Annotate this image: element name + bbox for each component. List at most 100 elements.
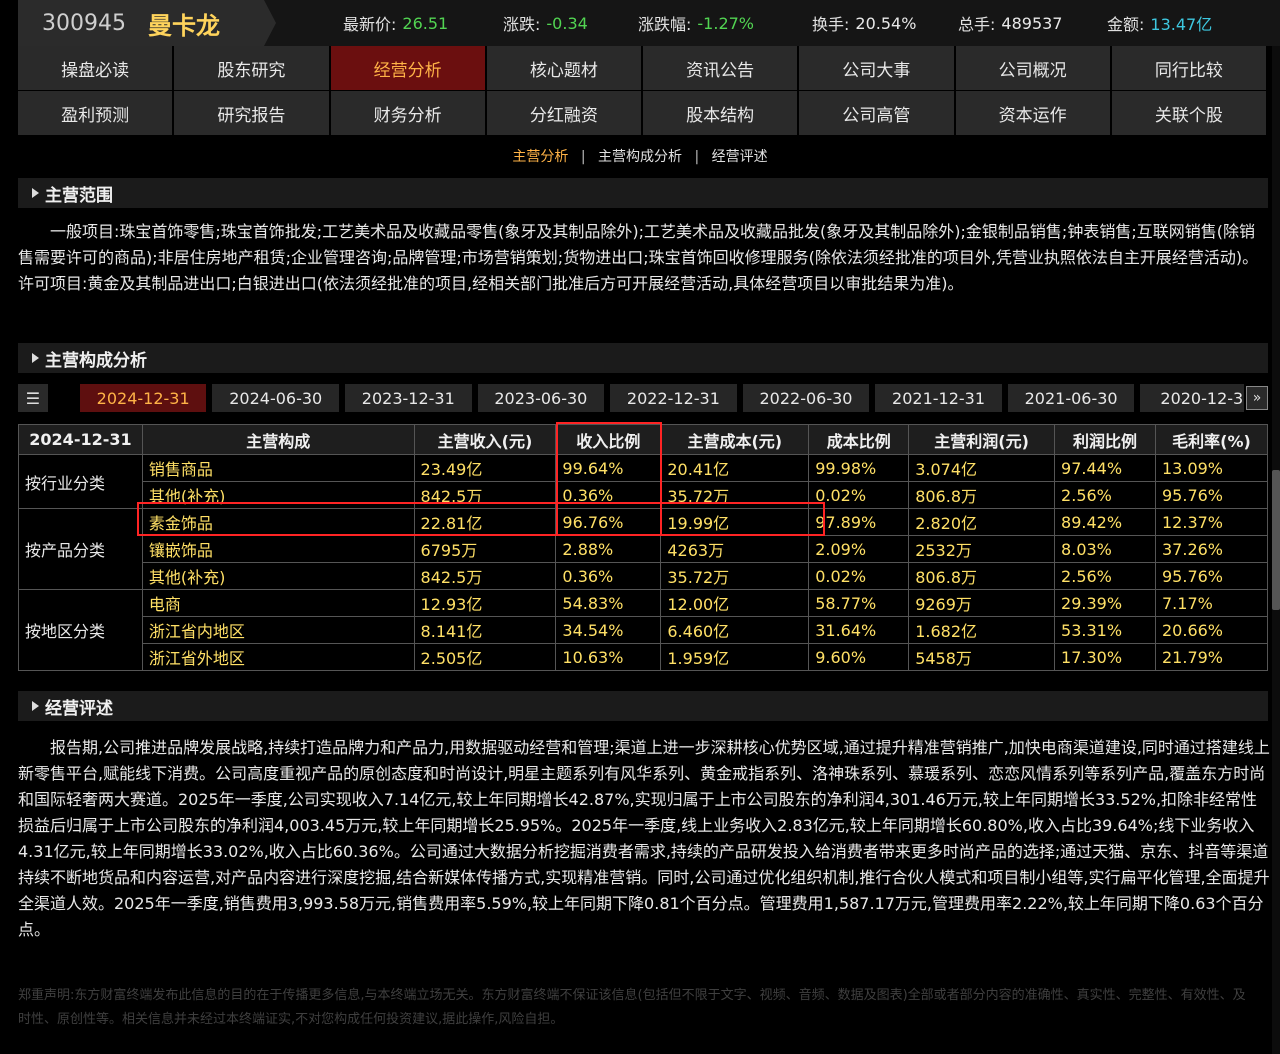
nav-jingying[interactable]: 经营分析: [330, 46, 487, 90]
table-row: 其他(补充) 842.5万 0.36% 35.72万 0.02% 806.8万 …: [19, 562, 1268, 590]
nav-yingli[interactable]: 盈利预测: [18, 91, 175, 135]
value-cell: 8.03%: [1054, 535, 1156, 563]
nav-hexin[interactable]: 核心题材: [486, 46, 643, 90]
volume-value: 489537: [1001, 13, 1063, 33]
value-cell: 53.31%: [1054, 616, 1156, 644]
nav-tonghang[interactable]: 同行比较: [1111, 46, 1268, 90]
date-tab[interactable]: 2022-12-31: [610, 384, 737, 412]
price-quote: 最新价: 26.51: [343, 0, 448, 46]
date-tabs: ☰ 2024-12-31 2024-06-30 2023-12-31 2023-…: [18, 384, 1269, 412]
table-row: 浙江省内地区 8.141亿 34.54% 6.460亿 31.64% 1.682…: [19, 616, 1268, 644]
subtab-review[interactable]: 经营评述: [712, 149, 768, 165]
nav-gaoguan[interactable]: 公司高管: [799, 91, 956, 135]
function-nav: 操盘必读 股东研究 经营分析 核心题材 资讯公告 公司大事 公司概况 同行比较 …: [18, 46, 1268, 136]
value-cell: 2.820亿: [908, 508, 1056, 536]
nav-yanjiu[interactable]: 研究报告: [174, 91, 331, 135]
sub-tabs: 主营分析 | 主营构成分析 | 经营评述: [0, 146, 1280, 166]
turnover-quote: 换手: 20.54%: [812, 0, 916, 46]
subtab-main-analysis[interactable]: 主营分析: [512, 149, 568, 165]
nav-guben[interactable]: 股本结构: [643, 91, 800, 135]
col-header-revenue: 主营收入(元): [413, 424, 557, 455]
scope-section-header[interactable]: 主营范围: [18, 178, 1268, 208]
value-cell: 2.88%: [555, 535, 662, 563]
volume-quote: 总手: 489537: [958, 0, 1062, 46]
nav-row-2: 盈利预测 研究报告 财务分析 分红融资 股本结构 公司高管 资本运作 关联个股: [18, 91, 1268, 135]
scrollbar-thumb[interactable]: [1272, 470, 1280, 610]
col-header-date: 2024-12-31: [18, 424, 143, 455]
review-section-header[interactable]: 经营评述: [18, 691, 1268, 721]
value-cell: 37.26%: [1155, 535, 1268, 563]
nav-gudong[interactable]: 股东研究: [174, 46, 331, 90]
turnover-label: 换手:: [812, 15, 850, 34]
value-cell: 3.074亿: [908, 454, 1056, 482]
nav-ziben[interactable]: 资本运作: [955, 91, 1112, 135]
turnover-value: 20.54%: [855, 13, 917, 33]
date-tab[interactable]: 2023-12-31: [345, 384, 472, 412]
col-header-profit-pct: 利润比例: [1054, 424, 1156, 455]
change-label: 涨跌:: [503, 15, 541, 34]
value-cell: 6795万: [413, 535, 557, 563]
value-cell: 23.49亿: [413, 454, 557, 482]
composition-section-header[interactable]: 主营构成分析: [18, 343, 1268, 373]
nav-caiwu[interactable]: 财务分析: [330, 91, 487, 135]
col-header-cost: 主营成本(元): [660, 424, 810, 455]
col-header-margin: 毛利率(%): [1155, 424, 1268, 455]
pct-value: -1.27%: [697, 13, 755, 33]
stock-name: 曼卡龙: [147, 11, 220, 40]
date-tab[interactable]: 2020-12-31: [1140, 384, 1245, 412]
subtab-separator: |: [694, 149, 700, 165]
volume-label: 总手:: [958, 15, 996, 34]
category-cell: 按行业分类: [18, 454, 143, 509]
review-title: 经营评述: [45, 698, 113, 719]
table-row: 按地区分类 电商 12.93亿 54.83% 12.00亿 58.77% 926…: [18, 589, 1268, 671]
scope-text: 一般项目:珠宝首饰零售;珠宝首饰批发;工艺美术品及收藏品零售(象牙及其制品除外)…: [18, 222, 1259, 293]
nav-fenhong[interactable]: 分红融资: [486, 91, 643, 135]
price-label: 最新价:: [343, 15, 397, 34]
stock-code: 300945: [42, 10, 126, 36]
value-cell: 806.8万: [908, 562, 1056, 590]
nav-dashi[interactable]: 公司大事: [799, 46, 956, 90]
subtab-composition[interactable]: 主营构成分析: [598, 149, 682, 165]
value-cell: 95.76%: [1155, 562, 1268, 590]
date-tab[interactable]: 2021-12-31: [875, 384, 1002, 412]
highlight-sujin-row: [137, 502, 825, 536]
amount-value: 13.47亿: [1150, 15, 1213, 34]
list-menu-icon[interactable]: ☰: [18, 384, 48, 412]
value-cell: 9.60%: [808, 643, 910, 671]
item-cell: 浙江省内地区: [141, 616, 415, 644]
value-cell: 5458万: [908, 643, 1056, 671]
nav-caopan[interactable]: 操盘必读: [18, 46, 175, 90]
next-page-icon[interactable]: »: [1246, 386, 1269, 410]
value-cell: 34.54%: [555, 616, 662, 644]
review-text: 报告期,公司推进品牌发展战略,持续打造品牌力和产品力,用数据驱动经营和管理;渠道…: [18, 738, 1270, 939]
change-quote: 涨跌: -0.34: [503, 0, 588, 46]
value-cell: 842.5万: [413, 562, 557, 590]
nav-zixun[interactable]: 资讯公告: [643, 46, 800, 90]
value-cell: 99.98%: [808, 454, 910, 482]
expand-triangle-icon: [32, 353, 39, 363]
value-cell: 7.17%: [1155, 589, 1268, 617]
date-tab[interactable]: 2024-12-31: [79, 384, 207, 412]
value-cell: 35.72万: [660, 562, 810, 590]
item-cell: 浙江省外地区: [141, 643, 415, 671]
value-cell: 4263万: [660, 535, 810, 563]
date-tab[interactable]: 2024-06-30: [212, 384, 340, 412]
date-tab[interactable]: 2021-06-30: [1007, 384, 1135, 412]
col-header-profit: 主营利润(元): [908, 424, 1056, 455]
nav-guanlian[interactable]: 关联个股: [1111, 91, 1268, 135]
value-cell: 58.77%: [808, 589, 910, 617]
nav-gaikuang[interactable]: 公司概况: [955, 46, 1112, 90]
expand-triangle-icon: [32, 701, 39, 711]
value-cell: 10.63%: [555, 643, 662, 671]
value-cell: 12.37%: [1155, 508, 1268, 536]
date-tab[interactable]: 2023-06-30: [477, 384, 605, 412]
value-cell: 2.56%: [1054, 562, 1156, 590]
date-tab[interactable]: 2022-06-30: [742, 384, 870, 412]
value-cell: 20.41亿: [660, 454, 810, 482]
category-cell: 按产品分类: [18, 508, 143, 590]
table-row: 浙江省外地区 2.505亿 10.63% 1.959亿 9.60% 5458万 …: [19, 643, 1268, 671]
pct-quote: 涨跌幅: -1.27%: [638, 0, 754, 46]
value-cell: 97.44%: [1054, 454, 1156, 482]
item-cell: 销售商品: [141, 454, 415, 482]
scope-title: 主营范围: [45, 185, 113, 206]
